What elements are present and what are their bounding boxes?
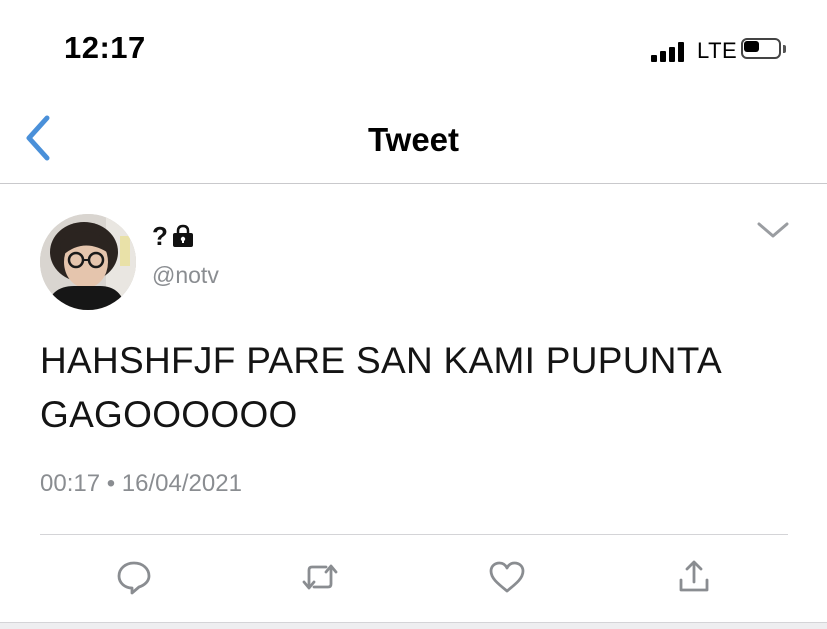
reply-icon: [117, 561, 151, 595]
reply-button[interactable]: [114, 557, 154, 597]
more-options-button[interactable]: [756, 220, 790, 240]
signal-strength-icon: [651, 40, 689, 62]
lock-icon: [172, 224, 193, 247]
tweet-detail-screen: 12:17 LTE Tweet ? @notv HAHSHFJF PARE SA…: [0, 0, 827, 629]
share-button[interactable]: [674, 557, 714, 597]
retweet-button[interactable]: [300, 557, 340, 597]
status-bar: 12:17 LTE: [0, 0, 827, 95]
tweet-actions: [0, 557, 827, 601]
tweet-timestamp: 00:17 • 16/04/2021: [40, 470, 242, 497]
battery-level-fill: [744, 41, 759, 52]
retweet-icon: [302, 564, 338, 590]
divider: [40, 534, 788, 535]
page-title: Tweet: [367, 121, 460, 158]
tweet: ? @notv HAHSHFJF PARE SAN KAMI PUPUNTA G…: [0, 184, 827, 629]
status-time: 12:17: [64, 30, 146, 65]
tweet-text: HAHSHFJF PARE SAN KAMI PUPUNTA GAGOOOOOO: [40, 340, 720, 435]
avatar-photo: [40, 214, 136, 310]
chevron-down-icon: [757, 222, 789, 238]
bottom-edge: [0, 622, 827, 629]
display-name: ?: [152, 220, 168, 251]
share-icon: [679, 560, 709, 592]
network-type-label: LTE: [697, 38, 738, 63]
avatar[interactable]: [40, 214, 136, 310]
heart-icon: [489, 561, 525, 593]
battery-icon: [741, 38, 786, 61]
user-handle[interactable]: @notv: [152, 262, 219, 289]
like-button[interactable]: [487, 557, 527, 597]
display-name-row[interactable]: ?: [152, 221, 196, 251]
nav-bar: Tweet: [0, 95, 827, 184]
